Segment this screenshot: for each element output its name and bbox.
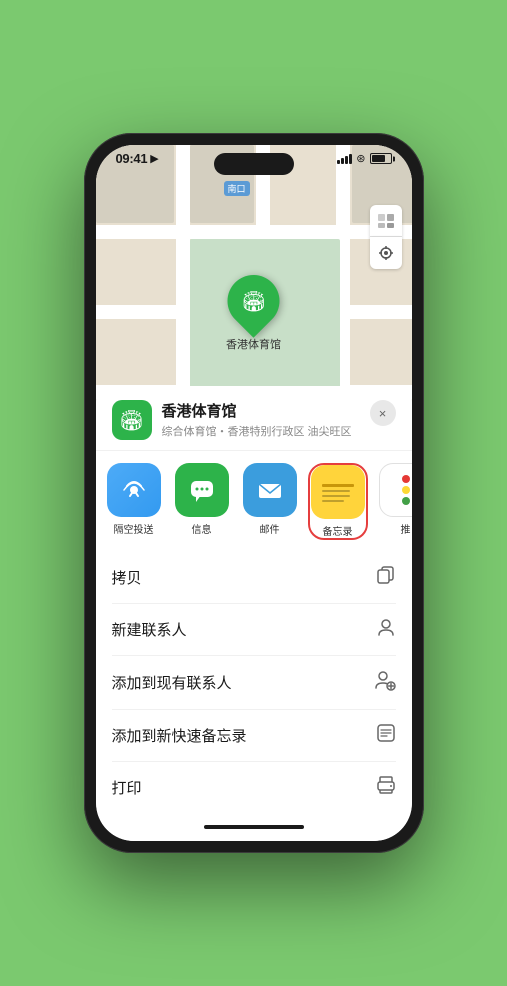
action-copy[interactable]: 拷贝: [112, 552, 396, 604]
share-app-more[interactable]: 推: [376, 463, 412, 540]
action-print-label: 打印: [112, 777, 142, 798]
location-button[interactable]: [370, 237, 402, 269]
phone-frame: 09:41 ▶ ⊛: [84, 133, 424, 853]
phone-screen: 09:41 ▶ ⊛: [96, 145, 412, 841]
action-new-contact[interactable]: 新建联系人: [112, 604, 396, 656]
status-time: 09:41: [116, 151, 148, 166]
marker-label: 香港体育馆: [226, 336, 281, 352]
share-app-mail[interactable]: 邮件: [240, 463, 300, 540]
airdrop-icon: [107, 463, 161, 517]
signal-icon: [337, 154, 352, 164]
stadium-marker[interactable]: 🏟 香港体育馆: [226, 275, 281, 352]
person-add-icon: [374, 669, 396, 696]
action-copy-label: 拷贝: [112, 567, 142, 588]
share-apps-row: 隔空投送 信息: [96, 451, 412, 552]
action-quick-note[interactable]: 添加到新快速备忘录: [112, 710, 396, 762]
mail-icon: [243, 463, 297, 517]
marker-pin: 🏟: [217, 264, 291, 338]
message-label: 信息: [192, 521, 212, 536]
home-bar: [204, 825, 304, 829]
close-button[interactable]: ×: [370, 400, 396, 426]
status-icons: ⊛: [337, 152, 391, 165]
action-quick-note-label: 添加到新快速备忘录: [112, 725, 247, 746]
share-app-airdrop[interactable]: 隔空投送: [104, 463, 164, 540]
more-label: 推: [401, 521, 411, 536]
road: [96, 225, 412, 239]
action-list: 拷贝 新建联系人: [96, 552, 412, 813]
message-icon: [175, 463, 229, 517]
bottom-sheet: 🏟 香港体育馆 综合体育馆・香港特别行政区 油尖旺区 ×: [96, 386, 412, 841]
location-arrow-icon: ▶: [150, 152, 158, 165]
location-info: 香港体育馆 综合体育馆・香港特别行政区 油尖旺区: [162, 400, 360, 439]
wifi-icon: ⊛: [356, 152, 365, 165]
action-new-contact-label: 新建联系人: [112, 619, 187, 640]
location-detail: 综合体育馆・香港特别行政区 油尖旺区: [162, 423, 360, 439]
location-header: 🏟 香港体育馆 综合体育馆・香港特别行政区 油尖旺区 ×: [96, 386, 412, 451]
quick-note-icon: [376, 723, 396, 748]
home-indicator: [96, 813, 412, 841]
dynamic-island: [214, 153, 294, 175]
mail-label: 邮件: [260, 521, 280, 536]
battery-icon: [370, 153, 392, 164]
action-add-existing-contact[interactable]: 添加到现有联系人: [112, 656, 396, 710]
share-app-message[interactable]: 信息: [172, 463, 232, 540]
map-controls: [370, 205, 402, 269]
location-venue-icon: 🏟: [112, 400, 152, 440]
notes-label: 备忘录: [323, 523, 353, 538]
print-icon: [376, 775, 396, 800]
action-print[interactable]: 打印: [112, 762, 396, 813]
more-icon: [379, 463, 412, 517]
share-app-notes[interactable]: 备忘录: [308, 463, 368, 540]
copy-icon: [376, 565, 396, 590]
map-view-button[interactable]: [370, 205, 402, 237]
person-icon: [376, 617, 396, 642]
location-name: 香港体育馆: [162, 400, 360, 421]
map-entrance-label: 南口: [224, 181, 250, 196]
action-add-existing-label: 添加到现有联系人: [112, 672, 232, 693]
notes-icon: [311, 465, 365, 519]
airdrop-label: 隔空投送: [114, 521, 154, 536]
